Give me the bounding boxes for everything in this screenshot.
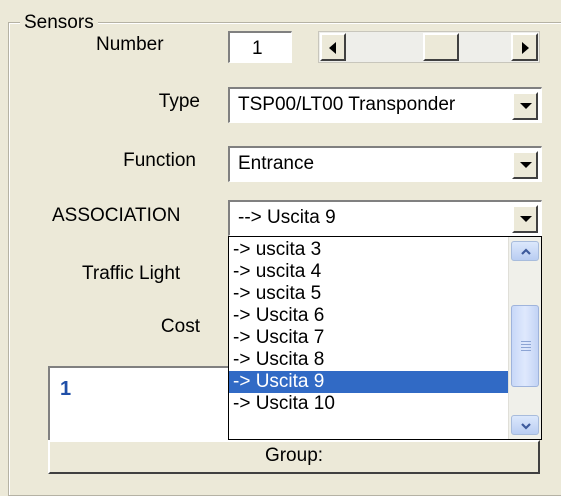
scroll-down-button[interactable] xyxy=(511,415,539,435)
triangle-left-icon xyxy=(329,42,336,54)
triangle-down-icon xyxy=(520,216,532,222)
triangle-down-icon xyxy=(520,162,532,168)
function-dropdown-button[interactable] xyxy=(512,151,538,179)
type-value: TSP00/LT00 Transponder xyxy=(238,94,456,115)
chevron-up-icon xyxy=(521,248,531,255)
dropdown-scrollbar[interactable] xyxy=(508,237,541,439)
scroll-thumb[interactable] xyxy=(423,33,459,61)
triangle-right-icon xyxy=(522,42,529,54)
scroll-right-button[interactable] xyxy=(511,33,538,61)
list-item[interactable]: 1 xyxy=(60,378,71,401)
type-combobox[interactable]: TSP00/LT00 Transponder xyxy=(228,87,542,123)
sensor-list-box[interactable]: 1 xyxy=(48,366,228,441)
association-option[interactable]: -> uscita 4 xyxy=(229,261,509,283)
function-label: Function xyxy=(123,150,196,171)
sensors-group-title: Sensors xyxy=(20,12,98,34)
number-value: 1 xyxy=(252,38,263,59)
function-value: Entrance xyxy=(238,153,315,174)
association-option[interactable]: -> Uscita 10 xyxy=(229,393,509,415)
scroll-left-button[interactable] xyxy=(320,33,346,61)
group-button[interactable]: Group: xyxy=(48,440,540,474)
association-option[interactable]: -> Uscita 7 xyxy=(229,327,509,349)
association-dropdown-button[interactable] xyxy=(512,205,538,233)
association-value: --> Uscita 9 xyxy=(238,207,336,228)
type-label: Type xyxy=(158,91,200,112)
chevron-down-icon xyxy=(521,423,531,430)
scroll-up-button[interactable] xyxy=(511,241,539,261)
cost-label: Cost xyxy=(160,316,200,337)
function-combobox[interactable]: Entrance xyxy=(228,146,542,182)
number-field[interactable]: 1 xyxy=(228,31,292,63)
grip-line xyxy=(521,347,531,348)
traffic-light-label: Traffic Light xyxy=(82,263,181,284)
triangle-down-icon xyxy=(520,103,532,109)
number-scrollbar[interactable] xyxy=(318,31,540,63)
association-option[interactable]: -> Uscita 6 xyxy=(229,305,509,327)
number-label: Number xyxy=(96,34,164,55)
grip-line xyxy=(521,341,531,342)
grip-line xyxy=(521,350,531,351)
association-option-selected[interactable]: -> Uscita 9 xyxy=(229,371,509,393)
type-dropdown-button[interactable] xyxy=(512,92,538,120)
association-combobox[interactable]: --> Uscita 9 xyxy=(228,200,542,236)
association-option[interactable]: -> uscita 5 xyxy=(229,283,509,305)
grip-line xyxy=(521,344,531,345)
association-dropdown-list[interactable]: -> uscita 3 -> uscita 4 -> uscita 5 -> U… xyxy=(228,236,542,440)
dropdown-scroll-thumb[interactable] xyxy=(511,305,539,387)
association-label: ASSOCIATION xyxy=(52,205,181,226)
association-option[interactable]: -> Uscita 8 xyxy=(229,349,509,371)
association-option[interactable]: -> uscita 3 xyxy=(229,239,509,261)
